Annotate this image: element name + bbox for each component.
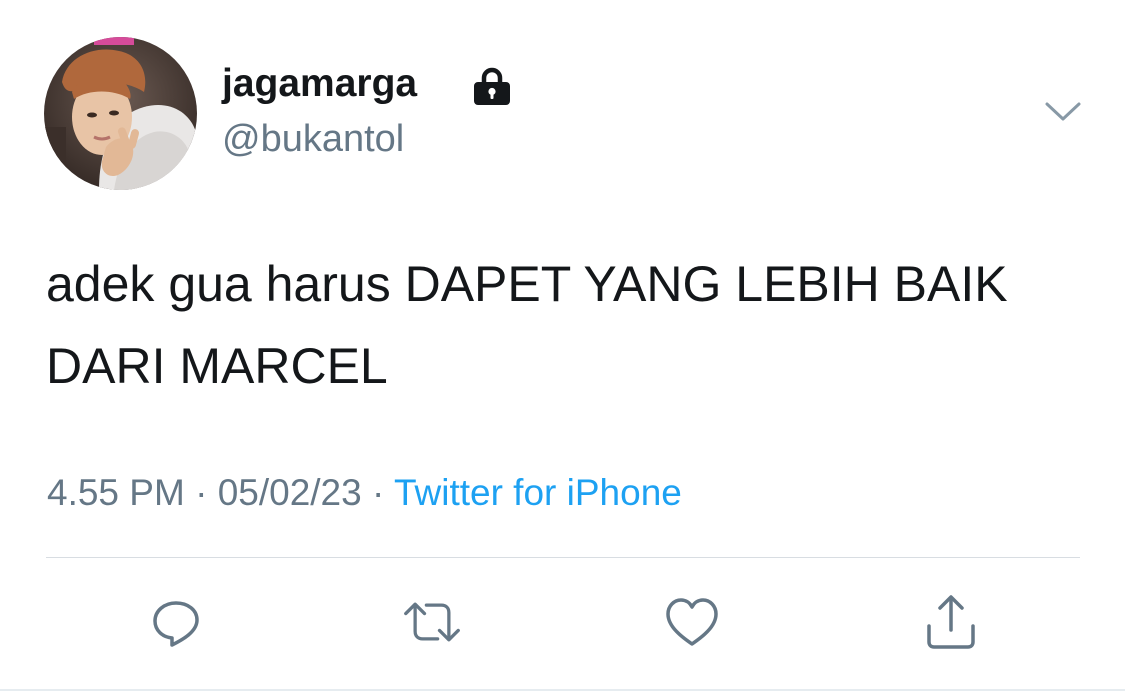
retweet-icon (404, 602, 460, 642)
tweet-metadata: 4.55 PM · 05/02/23 · Twitter for iPhone (47, 472, 682, 514)
divider (46, 557, 1080, 558)
user-handle[interactable]: @bukantol (222, 118, 404, 161)
retweet-button[interactable] (402, 592, 462, 652)
tweet-source-link[interactable]: Twitter for iPhone (394, 472, 682, 513)
meta-separator: · (361, 472, 394, 513)
avatar[interactable] (44, 37, 197, 190)
like-button[interactable] (662, 592, 722, 652)
like-icon (666, 598, 718, 646)
reply-button[interactable] (146, 592, 206, 652)
display-name[interactable]: jagamarga (222, 62, 417, 106)
lock-icon (474, 67, 510, 105)
meta-separator: · (184, 472, 218, 513)
share-icon (927, 595, 975, 649)
tweet-text: adek gua harus DAPET YANG LEBIH BAIK DAR… (46, 256, 1008, 394)
avatar-image (44, 37, 197, 190)
chevron-down-icon[interactable] (1044, 98, 1082, 126)
tweet-date: 05/02/23 (217, 472, 362, 513)
share-button[interactable] (921, 592, 981, 652)
tweet-time: 4.55 PM (47, 472, 185, 513)
reply-icon (153, 601, 199, 647)
